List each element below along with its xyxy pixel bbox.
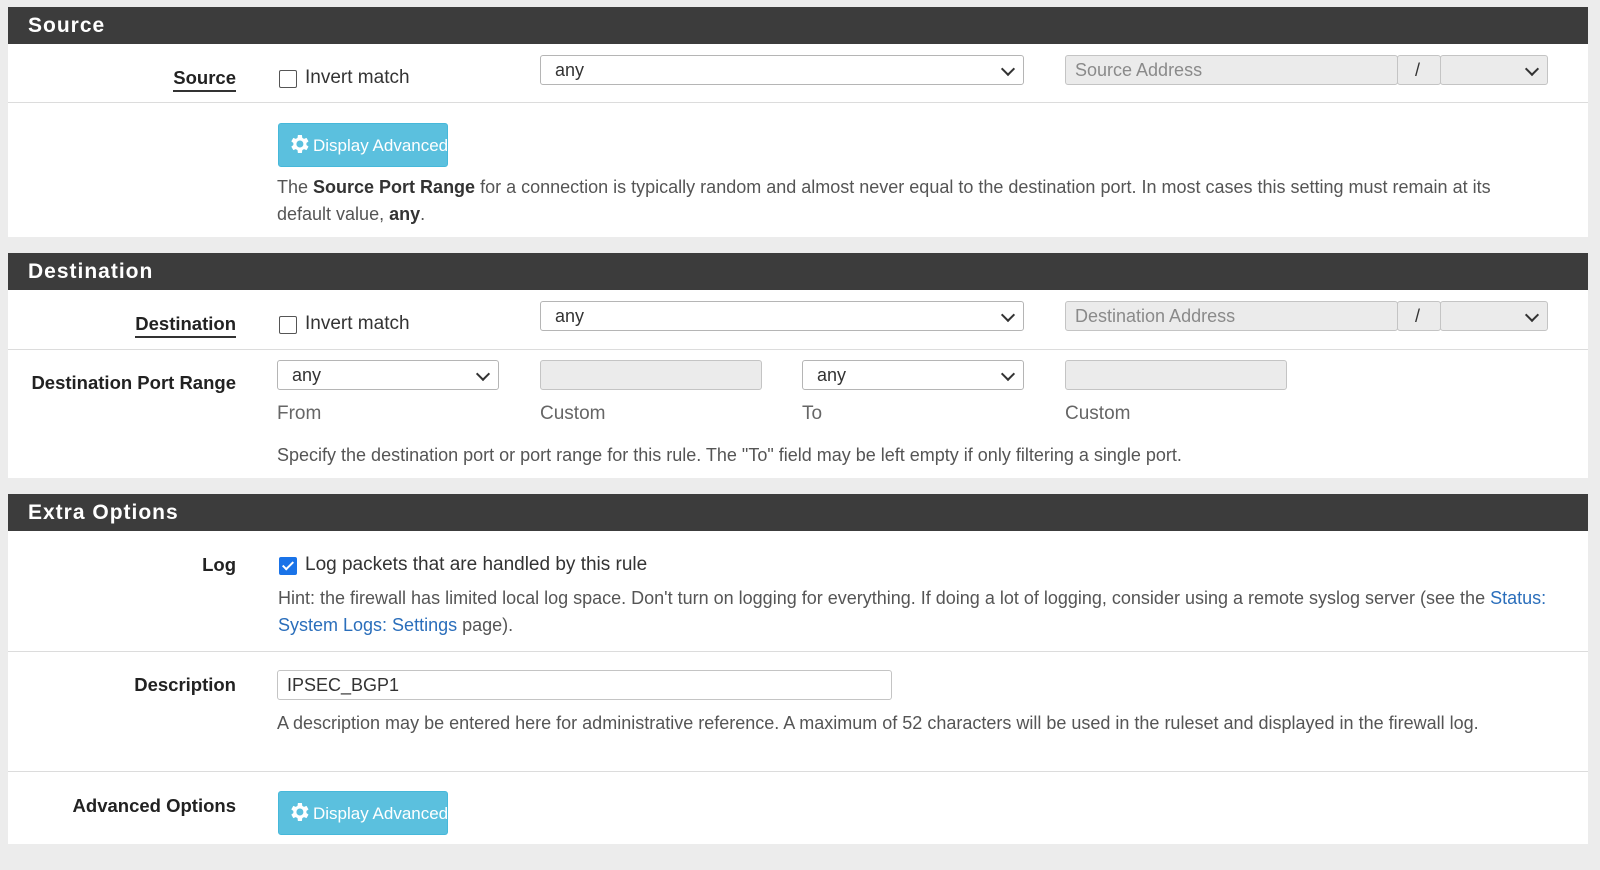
destination-invert-checkbox[interactable] xyxy=(279,316,297,334)
source-label[interactable]: Source xyxy=(173,67,236,92)
destination-address-placeholder: Destination Address xyxy=(1075,306,1236,326)
destination-type-select[interactable]: any xyxy=(540,301,1024,331)
chevron-down-icon xyxy=(1000,307,1016,323)
row-divider xyxy=(8,102,1588,103)
button-label: Display Advanced xyxy=(313,136,449,155)
destination-label[interactable]: Destination xyxy=(135,313,236,338)
source-heading: Source xyxy=(8,7,1588,44)
destination-heading: Destination xyxy=(8,253,1588,290)
source-display-advanced-button[interactable]: Display Advanced xyxy=(278,123,448,167)
port-from-value: any xyxy=(292,365,322,385)
source-port-help: The Source Port Range for a connection i… xyxy=(277,177,1491,224)
source-address-placeholder: Source Address xyxy=(1075,60,1203,80)
extra-options-panel: Extra Options Log Log packets that are h… xyxy=(8,494,1588,844)
log-checkbox-label: Log packets that are handled by this rul… xyxy=(305,554,648,575)
extra-options-heading: Extra Options xyxy=(8,494,1588,531)
chevron-down-icon xyxy=(1524,61,1540,77)
destination-panel: Destination Destination Invert match any… xyxy=(8,253,1588,478)
destination-invert-label: Invert match xyxy=(305,313,410,334)
destination-type-value: any xyxy=(555,306,585,326)
source-panel: Source Source Invert match any Source Ad… xyxy=(8,7,1588,237)
description-value: IPSEC_BGP1 xyxy=(287,675,400,695)
slash-text: / xyxy=(1415,60,1421,80)
chevron-down-icon xyxy=(1524,307,1540,323)
slash-text: / xyxy=(1415,306,1421,326)
description-label: Description xyxy=(134,674,236,695)
chevron-down-icon xyxy=(1000,366,1016,382)
gear-icon xyxy=(291,803,309,821)
source-type-value: any xyxy=(555,60,585,80)
from-caption: From xyxy=(277,403,322,424)
port-to-select[interactable]: any xyxy=(802,360,1024,390)
destination-port-range-label: Destination Port Range xyxy=(31,372,236,393)
gear-icon xyxy=(291,135,309,153)
destination-port-help: Specify the destination port or port ran… xyxy=(277,445,1182,465)
log-hint: Hint: the firewall has limited local log… xyxy=(278,588,1547,635)
to-caption: To xyxy=(802,403,823,424)
button-label: Display Advanced xyxy=(313,804,449,823)
log-label: Log xyxy=(202,554,236,575)
custom-caption-1: Custom xyxy=(540,403,606,424)
chevron-down-icon xyxy=(1000,61,1016,77)
source-invert-checkbox[interactable] xyxy=(279,70,297,88)
source-invert-label: Invert match xyxy=(305,67,410,88)
source-mask-select[interactable] xyxy=(1440,55,1548,85)
source-type-select[interactable]: any xyxy=(540,55,1024,85)
chevron-down-icon xyxy=(475,366,491,382)
port-to-custom-input[interactable] xyxy=(1065,360,1287,390)
description-input[interactable]: IPSEC_BGP1 xyxy=(277,670,892,700)
extra-display-advanced-button[interactable]: Display Advanced xyxy=(278,791,448,835)
port-to-value: any xyxy=(817,365,847,385)
port-from-custom-input[interactable] xyxy=(540,360,762,390)
row-divider xyxy=(8,651,1588,652)
source-slash-addon: / xyxy=(1397,55,1441,85)
description-help: A description may be entered here for ad… xyxy=(277,713,1479,733)
log-checkbox[interactable] xyxy=(279,557,297,575)
custom-caption-2: Custom xyxy=(1065,403,1131,424)
destination-address-input[interactable]: Destination Address xyxy=(1065,301,1398,331)
destination-slash-addon: / xyxy=(1397,301,1441,331)
advanced-options-label: Advanced Options xyxy=(72,795,236,816)
row-divider xyxy=(8,771,1588,772)
destination-mask-select[interactable] xyxy=(1440,301,1548,331)
port-from-select[interactable]: any xyxy=(277,360,499,390)
source-address-input[interactable]: Source Address xyxy=(1065,55,1398,85)
row-divider xyxy=(8,349,1588,350)
